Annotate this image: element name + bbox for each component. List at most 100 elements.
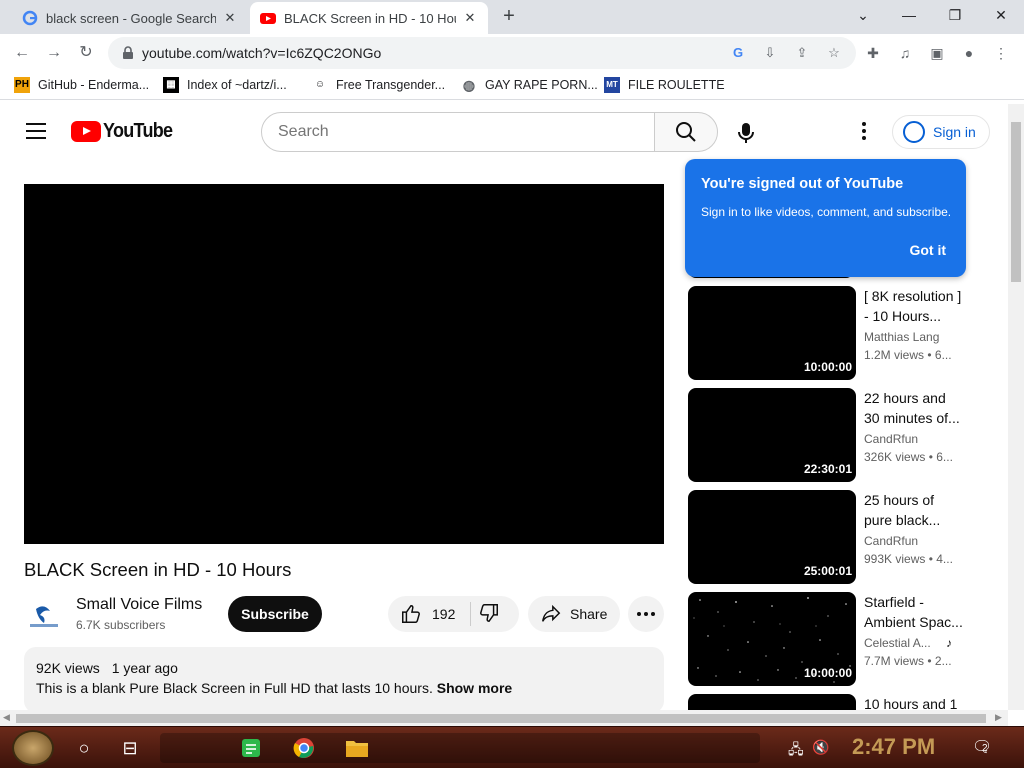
sign-in-button[interactable]: Sign in [892,115,990,149]
reload-button[interactable]: ↻ [74,41,98,65]
recommendation-item[interactable]: 10:00:00 [ 8K resolution ] - 10 Hours...… [688,286,978,382]
recommendation-channel[interactable]: Celestial A... ♪ [864,636,952,650]
microphone-icon [738,123,754,143]
youtube-logo[interactable]: YouTube [71,120,180,143]
file-explorer-taskbar-icon[interactable] [344,733,370,763]
video-thumbnail[interactable]: 10:00:00 [688,592,856,686]
search-input[interactable] [262,113,622,151]
bookmark-transgender[interactable]: ☺ Free Transgender... [312,77,445,93]
bookmark-star-icon[interactable]: ☆ [826,45,842,61]
thumbs-down-icon [480,604,498,622]
minimize-button[interactable]: — [895,4,923,26]
tab-google-search[interactable]: black screen - Google Search ✕ [12,2,248,34]
bookmark-label: Free Transgender... [336,78,446,92]
channel-name[interactable]: Small Voice Films [76,596,202,614]
notifications-icon[interactable]: 🗨 2 [972,737,992,757]
restore-button[interactable]: ❐ [941,4,969,26]
network-icon[interactable]: 🖧 [788,739,804,763]
close-tab-icon[interactable]: ✕ [222,10,238,26]
share-label: Share [570,606,608,622]
taskbar-clock[interactable]: 2:47 PM [852,734,935,760]
recommendation-stats: 326K views • 6... [864,450,953,464]
google-lens-icon[interactable]: G [730,45,746,61]
tab-youtube[interactable]: BLACK Screen in HD - 10 Hours ✕ [250,2,488,34]
upload-age: 1 year ago [111,660,178,676]
recommendation-channel[interactable]: Matthias Lang [864,330,939,344]
back-button[interactable]: ← [10,41,34,65]
tab-title: black screen - Google Search [46,10,216,26]
sign-in-label: Sign in [933,124,976,140]
subscribe-button[interactable]: Subscribe [228,596,322,632]
recommendation-channel[interactable]: CandRfun [864,534,918,548]
start-button[interactable] [12,730,54,766]
settings-more-icon[interactable] [852,120,876,144]
rec-age: • 2... [927,654,952,668]
video-thumbnail[interactable]: 25:00:01 [688,490,856,584]
bookmark-index[interactable]: ▦ Index of ~dartz/i... [163,77,287,93]
task-view-icon[interactable]: ⊟ [118,733,142,763]
address-bar[interactable]: youtube.com/watch?v=Ic6ZQC2ONGo G ⇩ ⇪ ☆ [108,37,856,69]
scroll-right-arrow-icon[interactable]: ▶ [995,712,1002,723]
volume-muted-icon[interactable]: 🔇 [812,739,829,756]
scrollbar-thumb[interactable] [1011,122,1021,282]
tab-search-icon[interactable]: ⌄ [849,4,877,26]
profile-icon[interactable]: ● [960,44,978,62]
extensions-icon[interactable]: ✚ [864,44,882,62]
rec-channel-name: Celestial A... [864,636,931,650]
side-panel-icon[interactable]: ▣ [928,44,946,62]
share-button[interactable]: Share [528,596,620,632]
recommendation-channel[interactable]: CandRfun [864,432,918,446]
bookmark-github[interactable]: PH GitHub - Enderma... [14,77,149,93]
like-button[interactable]: 192 [388,596,468,632]
chrome-menu-icon[interactable]: ⋮ [992,44,1010,62]
video-player[interactable] [24,184,664,544]
bookmark-file-roulette[interactable]: MT FILE ROULETTE [604,77,725,93]
recommendation-title[interactable]: [ 8K resolution ] - 10 Hours... [864,286,964,326]
video-thumbnail[interactable] [688,694,856,710]
horizontal-scrollbar[interactable]: ◀ ▶ [0,710,1008,726]
recommendation-title[interactable]: 10 hours and 1 [864,694,974,710]
description-box[interactable]: 92K views 1 year ago This is a blank Pur… [24,647,664,713]
more-actions-button[interactable] [628,596,664,632]
recommendation-title[interactable]: Starfield - Ambient Spac... [864,592,964,632]
video-title: BLACK Screen in HD - 10 Hours [24,559,292,580]
notification-count: 2 [982,743,988,754]
chrome-taskbar-icon[interactable] [292,733,316,763]
cortana-icon[interactable]: ○ [72,733,96,763]
recommendation-stats: 7.7M views • 2... [864,654,952,668]
like-divider [470,602,471,626]
scrollbar-thumb[interactable] [16,714,986,723]
media-control-icon[interactable]: ♫ [896,44,914,62]
share-icon [542,604,561,622]
account-icon [903,121,925,143]
new-tab-button[interactable]: + [498,6,520,28]
search-icon [676,122,696,142]
voice-search-button[interactable] [730,116,762,148]
search-button[interactable] [654,112,718,152]
recommendation-title[interactable]: 25 hours of pure black... [864,490,964,530]
forward-button[interactable]: → [42,41,66,65]
like-dislike-group: 192 [388,596,519,632]
show-more-link[interactable]: Show more [437,680,512,696]
menu-icon[interactable] [26,123,46,139]
video-thumbnail[interactable]: 22:30:01 [688,388,856,482]
recommendation-item[interactable]: 25:00:01 25 hours of pure black... CandR… [688,490,978,586]
recommendation-title[interactable]: 22 hours and 30 minutes of... [864,388,964,428]
channel-avatar[interactable] [24,597,64,637]
video-thumbnail[interactable]: 10:00:00 [688,286,856,380]
recommendation-item[interactable]: 10 hours and 1 [688,694,978,710]
logo-text: YouTube [103,120,173,142]
vertical-scrollbar[interactable] [1008,104,1024,710]
lock-icon [123,46,133,59]
got-it-button[interactable]: Got it [909,242,946,258]
install-icon[interactable]: ⇩ [762,45,778,61]
recommendation-item[interactable]: 22:30:01 22 hours and 30 minutes of... C… [688,388,978,484]
scroll-left-arrow-icon[interactable]: ◀ [3,712,10,723]
recommendation-item[interactable]: 10:00:00 Starfield - Ambient Spac... Cel… [688,592,978,688]
close-tab-icon[interactable]: ✕ [462,10,478,26]
share-page-icon[interactable]: ⇪ [794,45,810,61]
notes-app-icon[interactable] [240,733,262,763]
close-window-button[interactable]: ✕ [987,4,1015,26]
bookmark-globe[interactable]: ◍ GAY RAPE PORN... [461,77,598,93]
dislike-button[interactable] [478,602,502,626]
